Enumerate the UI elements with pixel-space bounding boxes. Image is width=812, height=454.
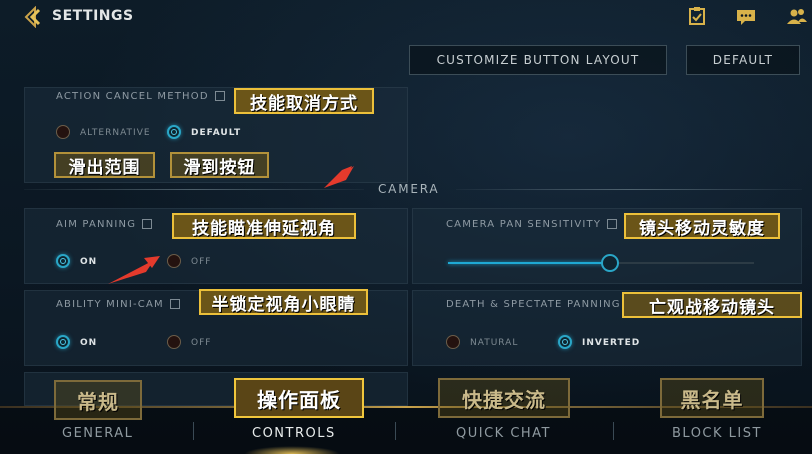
radio-default[interactable] bbox=[167, 125, 181, 139]
friends-icon[interactable] bbox=[786, 6, 808, 26]
radio-alternative-label: ALTERNATIVE bbox=[80, 128, 151, 138]
radio-aim-off[interactable] bbox=[167, 254, 181, 268]
annotation-tab-controls: 操作面板 bbox=[234, 378, 364, 418]
radio-minicam-on[interactable] bbox=[56, 335, 70, 349]
radio-aim-on-label: ON bbox=[80, 257, 98, 267]
radio-inverted-label: INVERTED bbox=[582, 338, 641, 348]
default-button[interactable]: DEFAULT bbox=[686, 45, 800, 75]
death-spectate-label: DEATH & SPECTATE PANNING bbox=[446, 299, 621, 310]
section-divider-left bbox=[24, 189, 364, 190]
annotation-tab-general: 常规 bbox=[54, 380, 142, 420]
tab-divider bbox=[193, 422, 194, 440]
annotation-tab-quick-chat: 快捷交流 bbox=[438, 378, 570, 418]
annotation-aim-panning: 技能瞄准伸延视角 bbox=[172, 213, 356, 239]
radio-minicam-on-label: ON bbox=[80, 338, 98, 348]
radio-default-label: DEFAULT bbox=[191, 128, 242, 138]
tab-controls[interactable]: CONTROLS bbox=[252, 426, 336, 441]
radio-inverted[interactable] bbox=[558, 335, 572, 349]
camera-section-title: CAMERA bbox=[378, 182, 440, 196]
annotation-camera-pan: 镜头移动灵敏度 bbox=[624, 213, 780, 239]
radio-alternative[interactable] bbox=[56, 125, 70, 139]
info-icon[interactable] bbox=[169, 299, 180, 309]
ability-mini-cam-label: ABILITY MINI-CAM bbox=[56, 299, 180, 310]
page-title: SETTINGS bbox=[52, 8, 134, 24]
radio-minicam-off[interactable] bbox=[167, 335, 181, 349]
section-divider-right bbox=[456, 189, 802, 190]
chat-icon[interactable] bbox=[735, 6, 757, 26]
info-icon[interactable] bbox=[607, 219, 618, 229]
annotation-action-cancel: 技能取消方式 bbox=[234, 88, 374, 114]
tab-divider bbox=[395, 422, 396, 440]
aim-panning-label: AIM PANNING bbox=[56, 219, 153, 230]
customize-button-layout-button[interactable]: CUSTOMIZE BUTTON LAYOUT bbox=[409, 45, 667, 75]
tab-general[interactable]: GENERAL bbox=[62, 426, 133, 441]
annotation-tab-block-list: 黑名单 bbox=[660, 378, 764, 418]
radio-aim-off-label: OFF bbox=[191, 257, 212, 267]
action-cancel-label: ACTION CANCEL METHOD bbox=[56, 91, 225, 102]
annotation-option-default: 滑到按钮 bbox=[170, 152, 269, 178]
annotation-ability-mini-cam: 半锁定视角小眼睛 bbox=[199, 289, 368, 315]
info-icon[interactable] bbox=[214, 91, 225, 101]
back-arrow-icon[interactable] bbox=[22, 6, 44, 28]
annotation-death-spectate: 亡观战移动镜头 bbox=[622, 292, 802, 318]
tab-block-list[interactable]: BLOCK LIST bbox=[672, 426, 762, 441]
active-tab-glow bbox=[244, 446, 340, 454]
tab-quick-chat[interactable]: QUICK CHAT bbox=[456, 426, 551, 441]
annotation-option-alternative: 滑出范围 bbox=[54, 152, 155, 178]
camera-pan-label: CAMERA PAN SENSITIVITY bbox=[446, 219, 618, 230]
camera-pan-slider[interactable] bbox=[448, 254, 754, 272]
tab-divider bbox=[613, 422, 614, 440]
top-bar: SETTINGS bbox=[0, 0, 812, 34]
radio-aim-on[interactable] bbox=[56, 254, 70, 268]
mission-icon[interactable] bbox=[686, 6, 708, 26]
annotation-arrow-icon bbox=[324, 166, 354, 188]
info-icon[interactable] bbox=[142, 219, 153, 229]
radio-natural[interactable] bbox=[446, 335, 460, 349]
annotation-arrow-icon bbox=[108, 256, 160, 284]
radio-natural-label: NATURAL bbox=[470, 338, 519, 348]
slider-fill bbox=[448, 262, 611, 264]
radio-minicam-off-label: OFF bbox=[191, 338, 212, 348]
